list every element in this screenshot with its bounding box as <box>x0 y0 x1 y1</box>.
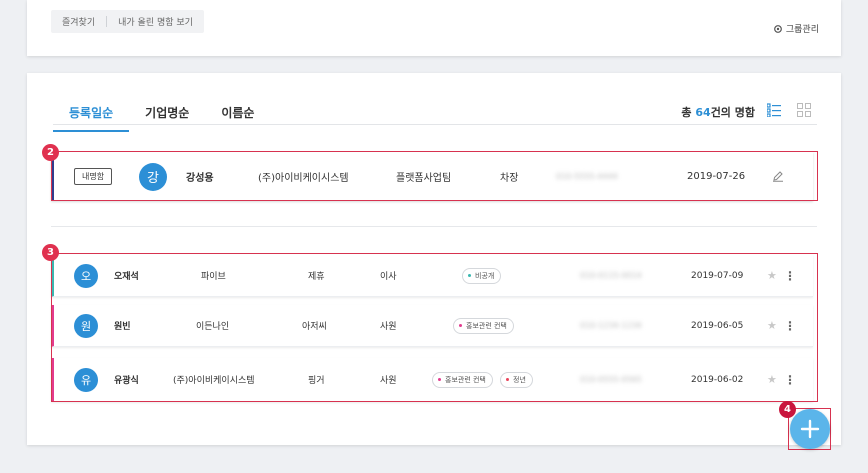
star-icon[interactable]: ★ <box>767 269 777 282</box>
section-divider <box>51 226 817 227</box>
card-date: 2019-07-26 <box>687 171 746 182</box>
group-manage-label: 그룹관리 <box>785 25 819 35</box>
sort-tabs: 등록일순 기업명순 이름순 <box>53 100 270 132</box>
card-company: 파이브 <box>201 272 226 282</box>
card-list-panel: 등록일순 기업명순 이름순 총 64건의 명함 내명함 강 강성용 (주)아이비… <box>27 73 841 445</box>
tab-company-name[interactable]: 기업명순 <box>129 100 205 132</box>
card-name: 유광식 <box>114 376 139 386</box>
card-date: 2019-06-02 <box>691 374 744 385</box>
annotation-marker: 2 <box>42 144 59 161</box>
more-options-icon[interactable]: ⋮ <box>784 373 796 387</box>
card-phone: 010-0555-0565 <box>580 375 642 384</box>
card-name: 원빈 <box>114 322 131 332</box>
card-tag[interactable]: 비공개 <box>462 267 502 284</box>
card-title: 이사 <box>380 272 397 282</box>
card-company: (주)아이비케이시스템 <box>258 173 349 184</box>
top-toolbar-card: 즐겨찾기 내가 올린 명함 보기 그룹관리 <box>27 0 841 56</box>
my-business-card-row[interactable]: 내명함 강 강성용 (주)아이비케이시스템 플랫폼사업팀 차장 010-5555… <box>51 152 813 201</box>
card-phone: 010-5555-4444 <box>556 172 618 181</box>
card-title: 사원 <box>380 322 397 332</box>
card-department: 핑거 <box>308 376 325 386</box>
plus-icon <box>800 419 820 439</box>
tab-divider <box>53 124 817 125</box>
my-uploaded-cards-filter[interactable]: 내가 올린 명함 보기 <box>107 15 204 28</box>
card-department: 제휴 <box>308 272 325 282</box>
card-row[interactable]: 유 유광식 (주)아이비케이시스템 핑거 사원 홍보관련 컨택 정년 010-0… <box>51 358 813 402</box>
annotation-marker: 4 <box>779 401 796 418</box>
card-title: 차장 <box>500 173 519 184</box>
avatar: 강 <box>139 162 167 191</box>
card-row[interactable]: 원 원빈 이든나인 아저씨 사원 홍보관련 컨택 010-1234-1234 2… <box>51 305 813 347</box>
card-tag[interactable]: 홍보관련 컨택 <box>432 371 493 388</box>
card-date: 2019-07-09 <box>691 270 744 281</box>
avatar: 원 <box>74 313 98 338</box>
pencil-icon[interactable] <box>772 170 784 182</box>
card-department: 아저씨 <box>302 322 327 332</box>
tab-person-name[interactable]: 이름순 <box>205 100 270 132</box>
list-view-icon[interactable] <box>767 103 781 117</box>
card-name: 오재석 <box>114 272 139 282</box>
total-count: 총 64건의 명함 <box>681 106 755 119</box>
more-options-icon[interactable]: ⋮ <box>784 319 796 333</box>
tab-registered-date[interactable]: 등록일순 <box>53 100 130 132</box>
star-icon[interactable]: ★ <box>767 373 777 386</box>
card-department: 플랫폼사업팀 <box>396 173 452 184</box>
card-name: 강성용 <box>186 173 214 184</box>
avatar: 유 <box>74 367 98 392</box>
card-phone: 010-1234-1234 <box>580 321 642 330</box>
card-company: 이든나인 <box>196 322 230 332</box>
card-company: (주)아이비케이시스템 <box>173 376 255 386</box>
annotation-marker: 3 <box>42 244 59 261</box>
card-title: 사원 <box>380 376 397 386</box>
star-icon[interactable]: ★ <box>767 319 777 332</box>
group-manage-button[interactable]: 그룹관리 <box>773 22 819 35</box>
card-phone: 010-0115-0014 <box>580 271 642 280</box>
card-tag[interactable]: 정년 <box>500 371 533 388</box>
add-card-button[interactable] <box>790 409 830 449</box>
gear-icon <box>773 24 782 33</box>
filter-group: 즐겨찾기 내가 올린 명함 보기 <box>51 10 204 33</box>
grid-view-icon[interactable] <box>797 103 811 117</box>
my-card-badge: 내명함 <box>74 168 113 185</box>
card-row[interactable]: 오 오재석 파이브 제휴 이사 비공개 010-0115-0014 2019-0… <box>51 255 813 297</box>
favorites-filter[interactable]: 즐겨찾기 <box>51 15 106 28</box>
card-date: 2019-06-05 <box>691 320 744 331</box>
more-options-icon[interactable]: ⋮ <box>784 269 796 283</box>
avatar: 오 <box>74 263 98 288</box>
total-count-number: 64 <box>695 106 711 119</box>
card-tag[interactable]: 홍보관련 컨택 <box>453 317 514 334</box>
